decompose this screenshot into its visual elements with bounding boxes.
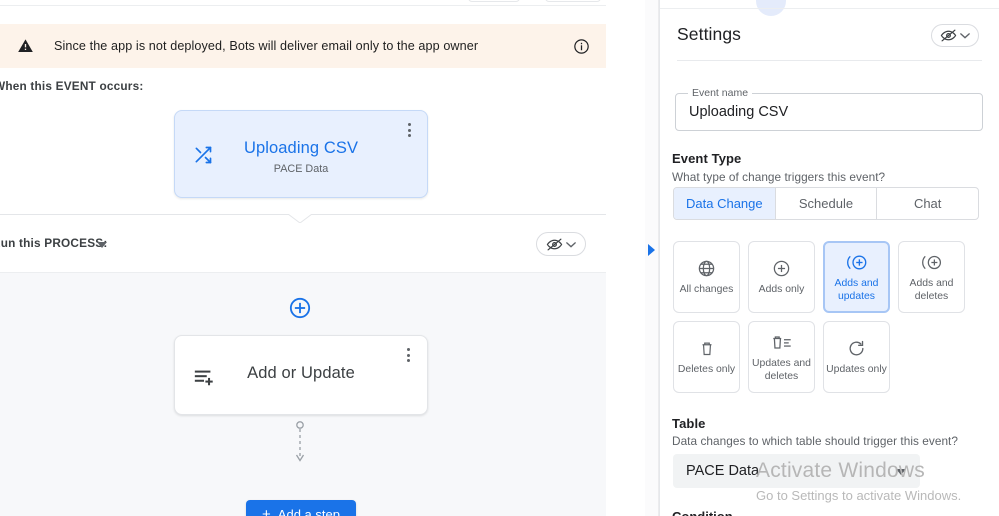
kebab-menu-icon[interactable] (400, 346, 416, 364)
change-type-options: All changes Adds only Adds and updates A… (673, 241, 979, 393)
warning-text: Since the app is not deployed, Bots will… (54, 39, 479, 53)
flow-steps-area: Add or Update (0, 272, 606, 516)
settings-header-divider (677, 60, 982, 61)
chevron-down-icon (566, 241, 576, 248)
settings-visibility-toggle[interactable] (931, 24, 979, 47)
option-all-changes[interactable]: All changes (673, 241, 740, 313)
event-type-tabs: Data Change Schedule Chat (673, 187, 979, 220)
add-a-step-label: Add a step (277, 506, 340, 516)
caret-down-icon (896, 469, 906, 475)
event-section-label: When this EVENT occurs: (0, 79, 144, 93)
step-card-add-or-update[interactable]: Add or Update (174, 335, 428, 415)
condition-heading: Condition (672, 509, 733, 516)
table-select-value: PACE Data (686, 463, 760, 479)
panel-gutter (645, 0, 659, 516)
info-circle-icon[interactable] (570, 38, 592, 55)
option-label: Adds and updates (834, 278, 879, 302)
divider-chevron-notch (288, 214, 312, 223)
deployment-warning-banner: Since the app is not deployed, Bots will… (0, 24, 606, 68)
option-label: All changes (679, 284, 734, 296)
option-label: Deletes only (677, 364, 736, 376)
event-card-title: Uploading CSV (243, 139, 359, 157)
option-deletes-only[interactable]: Deletes only (673, 321, 740, 393)
plus-circle-icon (772, 256, 791, 280)
app-root: Since the app is not deployed, Bots will… (0, 0, 999, 516)
event-type-subheading: What type of change triggers this event? (672, 170, 886, 184)
event-name-label: Event name (688, 87, 753, 99)
event-name-input[interactable]: Uploading CSV (689, 104, 788, 120)
kebab-menu-icon[interactable] (401, 121, 417, 139)
table-select[interactable]: PACE Data (673, 454, 920, 488)
eye-off-icon (546, 238, 563, 251)
globe-icon (697, 256, 716, 280)
event-card[interactable]: Uploading CSV PACE Data (174, 110, 428, 198)
chevron-down-icon (960, 32, 970, 39)
add-a-step-button[interactable]: + Add a step (246, 500, 356, 516)
event-card-subtitle: PACE Data (273, 163, 329, 175)
warning-triangle-icon (14, 38, 36, 54)
caret-down-icon[interactable] (97, 242, 107, 248)
event-type-heading: Event Type (672, 151, 742, 166)
event-name-field[interactable]: Event name Uploading CSV (675, 87, 983, 131)
process-visibility-toggle[interactable] (536, 232, 586, 256)
add-delete-icon (920, 250, 944, 274)
plus-icon: + (262, 505, 271, 516)
option-label: Adds only (758, 284, 805, 296)
process-row: Run this PROCESS: (0, 228, 606, 260)
workflow-canvas: Since the app is not deployed, Bots will… (0, 0, 634, 516)
plus-circle-icon[interactable] (289, 297, 311, 319)
tab-data-change[interactable]: Data Change (674, 188, 776, 219)
collapse-right-arrow-icon[interactable] (648, 244, 655, 256)
tab-schedule[interactable]: Schedule (776, 188, 878, 219)
trash-list-icon (770, 330, 794, 354)
option-updates-and-deletes[interactable]: Updates and deletes (748, 321, 815, 393)
trash-icon (698, 336, 716, 360)
step-card-title: Add or Update (247, 364, 355, 382)
page-title: Settings (677, 24, 742, 44)
table-heading: Table (672, 416, 706, 431)
option-label: Updates only (826, 364, 887, 376)
table-subheading: Data changes to which table should trigg… (672, 434, 958, 448)
tab-chat[interactable]: Chat (877, 188, 978, 219)
toolbar-button-partial-2[interactable] (545, 0, 601, 2)
step-connector-line (292, 421, 308, 465)
option-adds-and-deletes[interactable]: Adds and deletes (898, 241, 965, 313)
option-label: Updates and deletes (752, 358, 811, 382)
eye-off-icon (940, 29, 957, 42)
option-updates-only[interactable]: Updates only (823, 321, 890, 393)
option-label: Adds and deletes (909, 278, 954, 302)
add-update-icon (845, 250, 869, 274)
process-section-label: Run this PROCESS: (0, 236, 108, 250)
option-adds-only[interactable]: Adds only (748, 241, 815, 313)
option-adds-and-updates[interactable]: Adds and updates (823, 241, 890, 313)
refresh-icon (847, 336, 866, 360)
top-divider (0, 5, 606, 6)
toolbar-button-partial-1[interactable] (468, 0, 520, 2)
panel-top-divider (660, 8, 999, 9)
